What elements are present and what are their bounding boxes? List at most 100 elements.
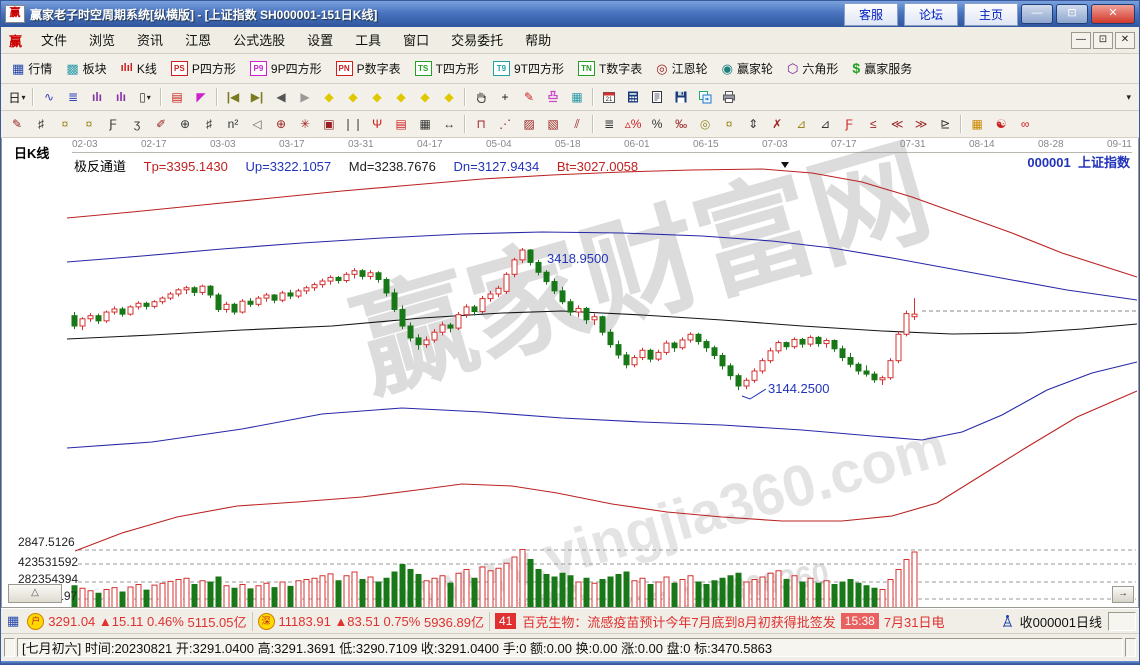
mdi-restore-button[interactable]: ⊡ (1093, 32, 1113, 49)
menu-item-2[interactable]: 资讯 (126, 30, 174, 51)
tool-9p-square[interactable]: P99P四方形 (243, 58, 329, 79)
menu-item-3[interactable]: 江恩 (174, 30, 222, 51)
draw-parallel-lines[interactable]: ⫽ (565, 114, 589, 134)
menu-item-5[interactable]: 设置 (296, 30, 344, 51)
nav-pan-hand[interactable] (469, 87, 493, 107)
customer-service-button[interactable]: 客服 (844, 3, 898, 26)
shenzhen-index-quote[interactable]: 深 11183.91 ▲83.51 0.75% 5936.89亿 (253, 612, 490, 631)
draw-gann-grid-small[interactable]: ♯ (29, 114, 53, 134)
shanghai-index-quote[interactable]: 户 3291.04 ▲15.11 0.46% 5115.05亿 (22, 612, 252, 631)
nav-diamond-expand-h[interactable]: ◆ (365, 87, 389, 107)
nav-puzzle[interactable]: ▦ (565, 87, 589, 107)
tool-quotes[interactable]: ▦行情 (5, 58, 59, 79)
tool-winner-wheel[interactable]: ◉赢家轮 (715, 58, 780, 79)
nav-annotate-pen[interactable]: ✎ (517, 87, 541, 107)
draw-grid-123[interactable]: ▦ (413, 114, 437, 134)
draw-quote-mark[interactable]: ❘❘ (341, 114, 365, 134)
candlestick-chart[interactable] (2, 138, 1139, 608)
draw-frame-tool[interactable]: ⊓ (469, 114, 493, 134)
tool-t-square[interactable]: TST四方形 (408, 58, 486, 79)
draw-angle-line-f[interactable]: Ƒ (837, 114, 861, 134)
menu-item-4[interactable]: 公式选股 (222, 30, 296, 51)
close-button[interactable]: ✕ (1091, 4, 1135, 24)
nav-diamond-expand-v[interactable]: ◆ (413, 87, 437, 107)
draw-angle-line-2[interactable]: ≤ (861, 114, 885, 134)
nav-last-bar[interactable]: ▶| (245, 87, 269, 107)
nav-diamond-shrink-h[interactable]: ◆ (389, 87, 413, 107)
draw-grid-panel[interactable]: ▦ (965, 114, 989, 134)
nav-diamond-shrink-left[interactable]: ◆ (317, 87, 341, 107)
nav-period-day-dropdown[interactable]: 日▾ (5, 87, 29, 107)
draw-trend-band[interactable]: ≫ (909, 114, 933, 134)
draw-slope-tool[interactable]: ⊵ (933, 114, 957, 134)
tool-kline[interactable]: ılılK线 (114, 58, 164, 79)
nav-colored-chart[interactable]: ◤ (189, 87, 213, 107)
maximize-button[interactable]: ⊡ (1056, 4, 1088, 24)
draw-taiji[interactable]: ☯ (989, 114, 1013, 134)
nav-print[interactable] (717, 87, 741, 107)
draw-infinity[interactable]: ∞ (1013, 114, 1037, 134)
nav-first-bar[interactable]: |◀ (221, 87, 245, 107)
minimize-button[interactable]: — (1021, 4, 1053, 24)
draw-square-n2[interactable]: n² (221, 114, 245, 134)
nav-capsule-tool-dropdown[interactable]: ▯▾ (133, 87, 157, 107)
draw-gann-pen[interactable]: ✎ (5, 114, 29, 134)
menu-item-6[interactable]: 工具 (344, 30, 392, 51)
draw-percent-zone[interactable]: ▵% (621, 114, 645, 134)
tool-gann-wheel[interactable]: ◎江恩轮 (649, 58, 714, 79)
draw-win-tool[interactable]: ▤ (389, 114, 413, 134)
nav-save[interactable] (669, 87, 693, 107)
draw-speed-line[interactable]: ≪ (885, 114, 909, 134)
nav-next-bar[interactable]: ▶ (293, 87, 317, 107)
tool-sectors[interactable]: ▩板块 (59, 58, 113, 79)
nav-diamond-expand-right[interactable]: ◆ (341, 87, 365, 107)
news-ticker[interactable]: 41 百克生物：流感疫苗预计今年7月底到8月初获得批签发 15:38 7月31日… (490, 612, 950, 631)
tool-p-square[interactable]: PSP四方形 (164, 58, 243, 79)
nav-info-panel[interactable]: ≣ (61, 87, 85, 107)
homepage-button[interactable]: 主页 (964, 3, 1018, 26)
nav-chart-style[interactable]: ∿ (37, 87, 61, 107)
nav-ma-3-lines[interactable]: ılı (85, 87, 109, 107)
tool-hexagon[interactable]: ⬡六角形 (780, 58, 845, 79)
draw-spiral[interactable]: ʒ (125, 114, 149, 134)
draw-angle-line-1[interactable]: ⊿ (813, 114, 837, 134)
nav-calculator[interactable] (621, 87, 645, 107)
nav-red-k-box[interactable]: ▤ (165, 87, 189, 107)
draw-percent[interactable]: % (645, 114, 669, 134)
mdi-minimize-button[interactable]: — (1071, 32, 1091, 49)
tool-p-number-table[interactable]: PNP数字表 (329, 58, 408, 79)
draw-scale-list[interactable]: ≣ (597, 114, 621, 134)
draw-angle-pen[interactable]: ✐ (149, 114, 173, 134)
menu-item-1[interactable]: 浏览 (78, 30, 126, 51)
draw-width-measure[interactable]: ↔ (437, 114, 461, 134)
draw-shade-box-2[interactable]: ▧ (541, 114, 565, 134)
nav-crosshair[interactable]: + (493, 87, 517, 107)
tool-winner-service[interactable]: $赢家服务 (845, 58, 919, 79)
menu-item-7[interactable]: 窗口 (392, 30, 440, 51)
draw-mirror[interactable]: ◁ (245, 114, 269, 134)
toolbar-overflow-chevron[interactable]: ▾ (1126, 92, 1135, 103)
draw-permille[interactable]: ‰ (669, 114, 693, 134)
draw-square-box[interactable]: ▣ (317, 114, 341, 134)
draw-wave-tool[interactable]: ✗ (765, 114, 789, 134)
menu-item-9[interactable]: 帮助 (514, 30, 562, 51)
tool-9t-square[interactable]: T99T四方形 (486, 58, 571, 79)
draw-gann-circle[interactable]: ⊕ (173, 114, 197, 134)
draw-gold-ratio-2[interactable]: ¤ (77, 114, 101, 134)
menu-item-8[interactable]: 交易委托 (440, 30, 514, 51)
draw-god-tool[interactable]: Ψ (365, 114, 389, 134)
forum-button[interactable]: 论坛 (904, 3, 958, 26)
nav-prev-bar[interactable]: ◀ (269, 87, 293, 107)
draw-price-grid[interactable]: ♯ (197, 114, 221, 134)
nav-stamp[interactable] (541, 87, 565, 107)
draw-updown-arrow[interactable]: ⇕ (741, 114, 765, 134)
draw-gold-ratio-1[interactable]: ¤ (53, 114, 77, 134)
menu-item-0[interactable]: 文件 (30, 30, 78, 51)
draw-target-circle[interactable]: ⊕ (269, 114, 293, 134)
draw-fan-lines[interactable]: ⋰ (493, 114, 517, 134)
draw-gold-band[interactable]: ⊿ (789, 114, 813, 134)
nav-ma-9-lines[interactable]: ılı (109, 87, 133, 107)
scroll-right-button[interactable]: → (1112, 586, 1134, 603)
nav-diamond-expand-all[interactable]: ◆ (437, 87, 461, 107)
volume-pane-toggle-button[interactable]: △ (8, 584, 62, 603)
